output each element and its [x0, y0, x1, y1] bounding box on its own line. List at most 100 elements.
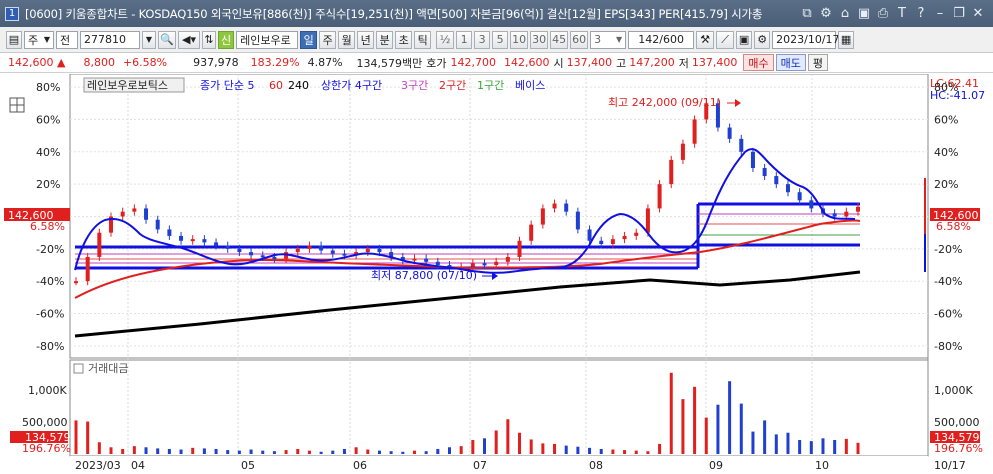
- window-icon[interactable]: ▣: [857, 6, 871, 21]
- candle-body: [669, 159, 674, 185]
- vol-label-1000k-right: 1,000K: [934, 384, 973, 397]
- volume-bar: [447, 447, 451, 454]
- price-chart-svg[interactable]: 레인보우로보틱스 종가 단순 5 60 240 상한가 4구간 3구간 2구간 …: [0, 73, 993, 474]
- interval-60-button[interactable]: 60: [570, 30, 589, 49]
- interval-45-button[interactable]: 45: [550, 30, 569, 49]
- period-type-select[interactable]: 전: [56, 30, 78, 49]
- interval-5-button[interactable]: 5: [492, 30, 509, 49]
- fraction-button[interactable]: ½: [436, 30, 455, 49]
- candle-body: [307, 245, 312, 249]
- period-minute-button[interactable]: 분: [376, 30, 394, 49]
- code-dropdown-icon[interactable]: ▼: [142, 30, 156, 49]
- date-input[interactable]: 2023/10/17: [772, 30, 840, 49]
- calendar-icon[interactable]: ▦: [838, 30, 855, 49]
- bell-icon[interactable]: ⎙: [876, 6, 890, 21]
- legend-zone1: 1구간: [477, 79, 504, 92]
- font-icon[interactable]: T: [895, 6, 909, 21]
- market-select[interactable]: 주 ▼: [24, 30, 54, 49]
- help-icon[interactable]: ?: [914, 6, 928, 21]
- volume-bar: [763, 420, 767, 454]
- volume-bar: [483, 438, 487, 454]
- interval-select[interactable]: 3 ▼: [590, 30, 627, 49]
- menu-icon[interactable]: ▤: [6, 30, 22, 49]
- y-label-left: 60%: [36, 113, 60, 126]
- trade-amount: 134,579백만: [356, 56, 423, 70]
- volume-bar: [354, 447, 358, 454]
- low-label: 저: [678, 56, 689, 70]
- volume-bar: [249, 449, 253, 454]
- candle-body: [552, 203, 557, 209]
- close-icon[interactable]: ✕: [971, 6, 985, 21]
- high-label: 고: [616, 56, 627, 70]
- interval-10-button[interactable]: 10: [510, 30, 529, 49]
- dock-icon[interactable]: ⧉: [800, 6, 814, 21]
- volume-bar: [179, 449, 183, 454]
- volume-bar: [529, 439, 533, 454]
- x-label: 08: [589, 459, 603, 472]
- minimize-icon[interactable]: –: [933, 6, 947, 21]
- volume-bar: [214, 448, 218, 454]
- svg-text:196.76%: 196.76%: [934, 442, 983, 455]
- interval-30-button[interactable]: 30: [530, 30, 549, 49]
- arrows-icon[interactable]: ⇅: [202, 30, 216, 49]
- candle-body: [424, 258, 429, 262]
- volume-bar: [296, 448, 300, 454]
- vol-label-500k: 500,000: [22, 416, 68, 429]
- volume-bar: [751, 431, 755, 454]
- candle-body: [610, 239, 615, 244]
- stock-code-input[interactable]: 277810: [80, 30, 140, 49]
- period-tick-button[interactable]: 틱: [414, 30, 432, 49]
- sound-icon[interactable]: ◀▾: [178, 30, 200, 49]
- sell-button[interactable]: 매도: [775, 54, 806, 71]
- tool-icon[interactable]: ⚒: [696, 30, 715, 49]
- interval-1-button[interactable]: 1: [456, 30, 473, 49]
- volume-bar: [389, 451, 393, 454]
- volume-bar: [412, 450, 416, 454]
- volume-title: 거래대금: [88, 362, 128, 375]
- stock-name-field[interactable]: 레인보우로: [236, 30, 299, 49]
- legend-zone2: 2구간: [439, 79, 466, 92]
- data-count-input[interactable]: 142/600: [628, 30, 695, 49]
- candle-body: [657, 184, 662, 209]
- buy-button[interactable]: 매수: [743, 54, 774, 71]
- period-week-button[interactable]: 주: [319, 30, 337, 49]
- candle-body: [435, 261, 440, 266]
- volume-ratio: 183.29%: [250, 56, 300, 69]
- volume-bar: [588, 447, 592, 454]
- pin-icon[interactable]: ⌂: [838, 6, 852, 21]
- candle-body: [179, 235, 184, 241]
- vol-label-1000k: 1,000K: [28, 384, 67, 397]
- legend-ma240: 240: [288, 79, 309, 92]
- high-price: 147,200: [629, 56, 675, 69]
- gear-icon[interactable]: ⚙: [754, 30, 771, 49]
- volume-bar: [144, 447, 148, 454]
- candle-body: [377, 248, 382, 253]
- chart-area[interactable]: 레인보우로보틱스 종가 단순 5 60 240 상한가 4구간 3구간 2구간 …: [0, 73, 993, 474]
- legend-base: 베이스: [515, 79, 545, 92]
- period-year-button[interactable]: 년: [357, 30, 375, 49]
- period-second-button[interactable]: 초: [395, 30, 413, 49]
- legend-ma5: 종가 단순 5: [200, 79, 254, 92]
- y-label-right: -20%: [934, 243, 962, 256]
- settings-icon[interactable]: ⚙: [819, 6, 833, 21]
- search-icon[interactable]: 🔍: [158, 30, 176, 49]
- period-month-button[interactable]: 월: [338, 30, 356, 49]
- candle-body: [167, 229, 172, 236]
- candle-body: [202, 239, 207, 243]
- candle-body: [260, 255, 265, 258]
- candle-body: [190, 239, 195, 242]
- save-icon[interactable]: ▣: [736, 30, 753, 49]
- x-label: 07: [473, 459, 487, 472]
- y-label-left: -80%: [36, 340, 64, 353]
- volume-bar: [97, 442, 101, 454]
- volume-bar: [307, 450, 311, 454]
- y-label-right: -60%: [934, 308, 962, 321]
- candle-body: [832, 213, 837, 217]
- period-day-button[interactable]: 일: [300, 30, 318, 49]
- candle-body: [272, 256, 277, 259]
- x-label: 06: [353, 459, 367, 472]
- restore-icon[interactable]: ❐: [952, 6, 966, 21]
- interval-3-button[interactable]: 3: [474, 30, 491, 49]
- line-tool-icon[interactable]: ⟋: [716, 30, 735, 49]
- eval-button[interactable]: 평: [807, 54, 829, 71]
